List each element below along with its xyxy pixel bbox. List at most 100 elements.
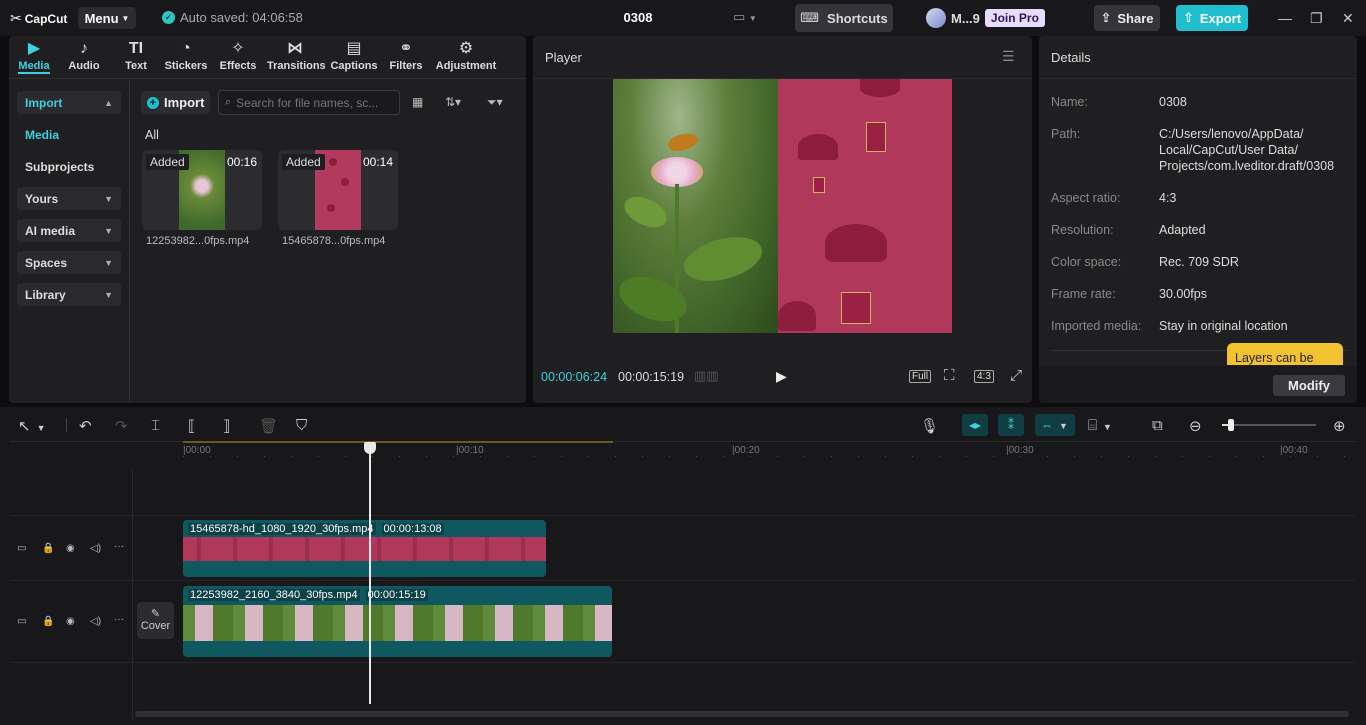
media-filename: 12253982...0fps.mp4	[146, 235, 250, 247]
export-icon: ⇧	[1182, 10, 1194, 25]
search-icon: ⌕	[225, 96, 232, 108]
lock-icon[interactable]: 🔒	[42, 616, 54, 627]
detail-value-imported: Stay in original location	[1159, 319, 1288, 333]
sidebar-import[interactable]: Import ▲	[17, 91, 121, 114]
timeline-clip[interactable]: 15465878-hd_1080_1920_30fps.mp4 00:00:13:…	[183, 520, 546, 577]
tab-audio[interactable]: ♪ Audio	[56, 40, 112, 72]
media-duration: 00:14	[362, 155, 393, 169]
main-track-magnet-icon[interactable]: ◂▸	[962, 414, 988, 436]
user-account[interactable]: M...9 Join Pro	[926, 8, 1045, 28]
media-item[interactable]: Added 00:14	[278, 150, 398, 230]
ruler-label: |00:40	[1280, 445, 1308, 456]
zoom-slider[interactable]	[1222, 424, 1316, 426]
detail-value-aspect: 4:3	[1159, 191, 1177, 205]
split-icon[interactable]: ⌶	[151, 417, 160, 434]
search-input[interactable]	[236, 95, 387, 110]
aspect-ratio-button[interactable]: 4:3	[974, 370, 994, 383]
detail-value-framerate: 30.00fps	[1159, 287, 1207, 301]
minimize-icon[interactable]: —	[1278, 10, 1292, 26]
fullscreen-icon[interactable]: ⤢	[1010, 367, 1022, 384]
grid-view-icon[interactable]: ▦	[412, 95, 423, 109]
detail-label-path: Path:	[1051, 127, 1081, 141]
playhead-handle[interactable]	[364, 442, 376, 454]
sort-icon[interactable]: ⇅▾	[445, 95, 461, 109]
tab-effects[interactable]: ✧ Effects	[210, 40, 266, 72]
tab-text[interactable]: TI Text	[108, 40, 164, 72]
filter-icon[interactable]: ⏷▾	[487, 95, 503, 110]
share-button[interactable]: ⇪ Share	[1094, 5, 1160, 31]
added-badge: Added	[146, 154, 189, 170]
delete-icon[interactable]: 🗑	[259, 417, 278, 435]
redo-icon[interactable]: ↷	[115, 417, 128, 435]
current-time: 00:00:06:24	[541, 370, 608, 384]
more-icon[interactable]: ···	[114, 541, 124, 552]
select-tool-icon[interactable]: ↖ ▼	[18, 417, 46, 435]
tab-adjustment[interactable]: ⚙ Adjustment	[434, 40, 498, 72]
linkage-icon[interactable]: ⇔ ▼	[1035, 414, 1075, 436]
sidebar-yours[interactable]: Yours ▼	[17, 187, 121, 210]
preview-left-video	[613, 79, 778, 333]
undo-icon[interactable]: ↶	[79, 417, 92, 435]
tab-filters[interactable]: ⚭ Filters	[378, 40, 434, 72]
zoom-out-icon[interactable]: ⊖	[1189, 417, 1202, 435]
join-pro-button[interactable]: Join Pro	[984, 9, 1045, 27]
auto-snap-icon[interactable]: ⁑	[998, 414, 1024, 436]
volume-icon[interactable]: ◁)	[90, 543, 101, 554]
work-area-bar	[183, 441, 613, 443]
media-item[interactable]: Added 00:16	[142, 150, 262, 230]
filter-all[interactable]: All	[145, 128, 159, 142]
search-field[interactable]: ⌕	[218, 90, 400, 115]
clip-filmstrip	[183, 605, 612, 641]
tab-stickers[interactable]: ◔ Stickers	[158, 40, 214, 72]
avatar	[926, 8, 946, 28]
preview-axis-icon[interactable]: ⌸ ▼	[1088, 417, 1112, 434]
hamburger-menu-icon[interactable]: ☰	[1002, 48, 1015, 65]
sidebar-library[interactable]: Library ▼	[17, 283, 121, 306]
detail-label-imported: Imported media:	[1051, 319, 1142, 333]
screen-icon[interactable]: ⧉	[1152, 417, 1163, 434]
layout-icon[interactable]: ▭ ▼	[733, 9, 765, 27]
waveform-icon[interactable]: ▥▥	[694, 368, 719, 384]
close-icon[interactable]: ✕	[1342, 10, 1354, 27]
zoom-in-icon[interactable]: ⊕	[1333, 417, 1346, 435]
eye-icon[interactable]: ◉	[66, 543, 75, 554]
microphone-icon[interactable]: 🎙	[920, 417, 939, 435]
text-icon: TI	[128, 40, 144, 57]
more-icon[interactable]: ···	[114, 614, 124, 625]
playhead[interactable]	[369, 449, 371, 704]
full-quality-button[interactable]: Full	[909, 370, 932, 383]
snapshot-icon[interactable]: ⛶	[944, 367, 955, 384]
modify-button[interactable]: Modify	[1273, 375, 1345, 396]
detail-label-framerate: Frame rate:	[1051, 287, 1116, 301]
split-left-icon[interactable]: ⟦	[188, 417, 195, 435]
zoom-slider-handle[interactable]	[1228, 419, 1234, 431]
export-button[interactable]: ⇧ Export	[1176, 5, 1248, 31]
import-button[interactable]: + Import	[141, 91, 210, 114]
tab-media[interactable]: ▶ Media	[6, 40, 62, 72]
timeline-clip[interactable]: 12253982_2160_3840_30fps.mp4 00:00:15:19	[183, 586, 612, 657]
sidebar-item-media[interactable]: Media	[25, 128, 59, 142]
eye-icon[interactable]: ◉	[66, 616, 75, 627]
tab-transitions[interactable]: ⋈ Transitions	[267, 40, 326, 72]
tab-captions[interactable]: ▤ Captions	[326, 40, 382, 72]
lock-icon[interactable]: 🔒	[42, 543, 54, 554]
sidebar-spaces[interactable]: Spaces ▼	[17, 251, 121, 274]
shortcuts-button[interactable]: ⌨ Shortcuts	[795, 4, 893, 32]
transitions-icon: ⋈	[287, 40, 303, 57]
media-icon: ▶	[27, 40, 41, 57]
volume-icon[interactable]: ◁)	[90, 616, 101, 627]
maximize-icon[interactable]: ❐	[1310, 10, 1323, 27]
menu-button[interactable]: Menu ▼	[78, 7, 136, 29]
sidebar-item-subprojects[interactable]: Subprojects	[25, 160, 94, 174]
timeline-scrollbar[interactable]	[135, 711, 1349, 717]
marker-icon[interactable]: ⛉	[296, 417, 307, 434]
plus-icon: +	[147, 96, 159, 109]
cover-button[interactable]: ✎ Cover	[137, 602, 174, 639]
detail-value-resolution: Adapted	[1159, 223, 1206, 237]
ruler-label: |00:30	[1006, 445, 1034, 456]
media-duration: 00:16	[226, 155, 257, 169]
video-preview[interactable]	[613, 79, 952, 333]
sidebar-ai-media[interactable]: AI media ▼	[17, 219, 121, 242]
play-icon[interactable]: ▶	[776, 368, 787, 385]
split-right-icon[interactable]: ⟧	[223, 417, 230, 435]
